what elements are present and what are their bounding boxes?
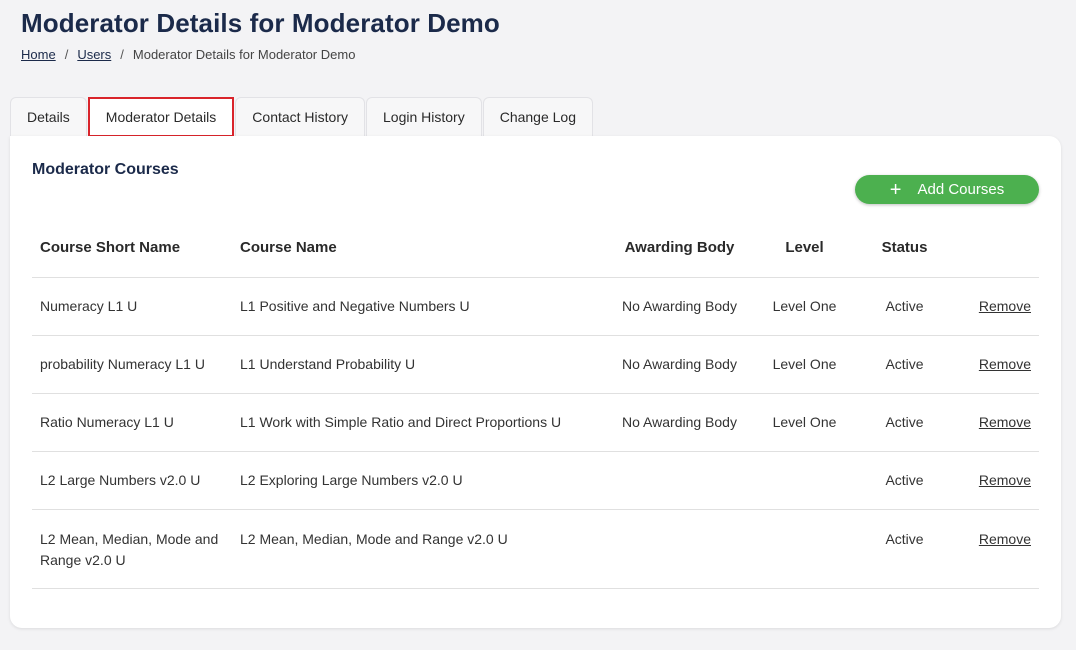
courses-table: Course Short Name Course Name Awarding B…: [32, 219, 1039, 589]
cell-action: Remove: [947, 451, 1039, 510]
cell-status: Active: [862, 509, 947, 589]
tab-details[interactable]: Details: [10, 97, 87, 136]
table-row: Numeracy L1 U L1 Positive and Negative N…: [32, 277, 1039, 336]
cell-awarding-body: No Awarding Body: [612, 335, 747, 394]
cell-status: Active: [862, 277, 947, 336]
section-title: Moderator Courses: [32, 161, 179, 178]
cell-awarding-body: [612, 451, 747, 510]
cell-course-name: L1 Work with Simple Ratio and Direct Pro…: [232, 393, 612, 452]
tab-change-log[interactable]: Change Log: [482, 97, 593, 136]
header-level: Level: [747, 219, 862, 278]
cell-action: Remove: [947, 335, 1039, 394]
table-row: Ratio Numeracy L1 U L1 Work with Simple …: [32, 393, 1039, 452]
cell-short-name: probability Numeracy L1 U: [32, 335, 232, 394]
cell-level: Level One: [747, 277, 862, 336]
add-courses-label: Add Courses: [917, 181, 1005, 198]
cell-short-name: L2 Large Numbers v2.0 U: [32, 451, 232, 510]
tab-contact-history[interactable]: Contact History: [235, 97, 365, 136]
cell-awarding-body: No Awarding Body: [612, 277, 747, 336]
cell-course-name: L1 Positive and Negative Numbers U: [232, 277, 612, 336]
breadcrumb: Home / Users / Moderator Details for Mod…: [21, 47, 355, 62]
remove-link[interactable]: Remove: [979, 414, 1031, 430]
table-row: L2 Large Numbers v2.0 U L2 Exploring Lar…: [32, 451, 1039, 510]
table-row: L2 Mean, Median, Mode and Range v2.0 U L…: [32, 509, 1039, 589]
cell-action: Remove: [947, 509, 1039, 589]
header-awarding-body: Awarding Body: [612, 219, 747, 278]
cell-status: Active: [862, 451, 947, 510]
cell-level: [747, 451, 862, 510]
remove-link[interactable]: Remove: [979, 356, 1031, 372]
breadcrumb-current: Moderator Details for Moderator Demo: [132, 47, 356, 62]
table-row: probability Numeracy L1 U L1 Understand …: [32, 335, 1039, 394]
tab-login-history[interactable]: Login History: [366, 97, 482, 136]
cell-awarding-body: No Awarding Body: [612, 393, 747, 452]
cell-awarding-body: [612, 509, 747, 589]
page-title: Moderator Details for Moderator Demo: [21, 8, 500, 38]
tab-bar: Details Moderator Details Contact Histor…: [10, 97, 594, 137]
breadcrumb-separator: /: [120, 47, 124, 62]
cell-level: [747, 509, 862, 589]
header-actions: [947, 219, 1039, 278]
moderator-courses-panel: Moderator Courses + Add Courses Course S…: [10, 136, 1061, 628]
cell-course-name: L2 Exploring Large Numbers v2.0 U: [232, 451, 612, 510]
cell-course-name: L1 Understand Probability U: [232, 335, 612, 394]
header-course-short-name: Course Short Name: [32, 219, 232, 278]
cell-short-name: L2 Mean, Median, Mode and Range v2.0 U: [32, 509, 232, 589]
breadcrumb-users-link[interactable]: Users: [77, 47, 111, 62]
breadcrumb-home-link[interactable]: Home: [21, 47, 56, 62]
header-course-name: Course Name: [232, 219, 612, 278]
remove-link[interactable]: Remove: [979, 472, 1031, 488]
header-status: Status: [862, 219, 947, 278]
remove-link[interactable]: Remove: [979, 298, 1031, 314]
cell-level: Level One: [747, 335, 862, 394]
plus-icon: +: [889, 178, 902, 201]
breadcrumb-separator: /: [64, 47, 69, 62]
cell-status: Active: [862, 335, 947, 394]
cell-level: Level One: [747, 393, 862, 452]
cell-short-name: Numeracy L1 U: [32, 277, 232, 336]
table-header-row: Course Short Name Course Name Awarding B…: [32, 219, 1039, 278]
remove-link[interactable]: Remove: [979, 531, 1031, 547]
add-courses-button[interactable]: + Add Courses: [855, 175, 1039, 204]
tab-moderator-details[interactable]: Moderator Details: [87, 97, 235, 137]
cell-action: Remove: [947, 393, 1039, 452]
cell-short-name: Ratio Numeracy L1 U: [32, 393, 232, 452]
cell-course-name: L2 Mean, Median, Mode and Range v2.0 U: [232, 509, 612, 589]
cell-action: Remove: [947, 277, 1039, 336]
cell-status: Active: [862, 393, 947, 452]
